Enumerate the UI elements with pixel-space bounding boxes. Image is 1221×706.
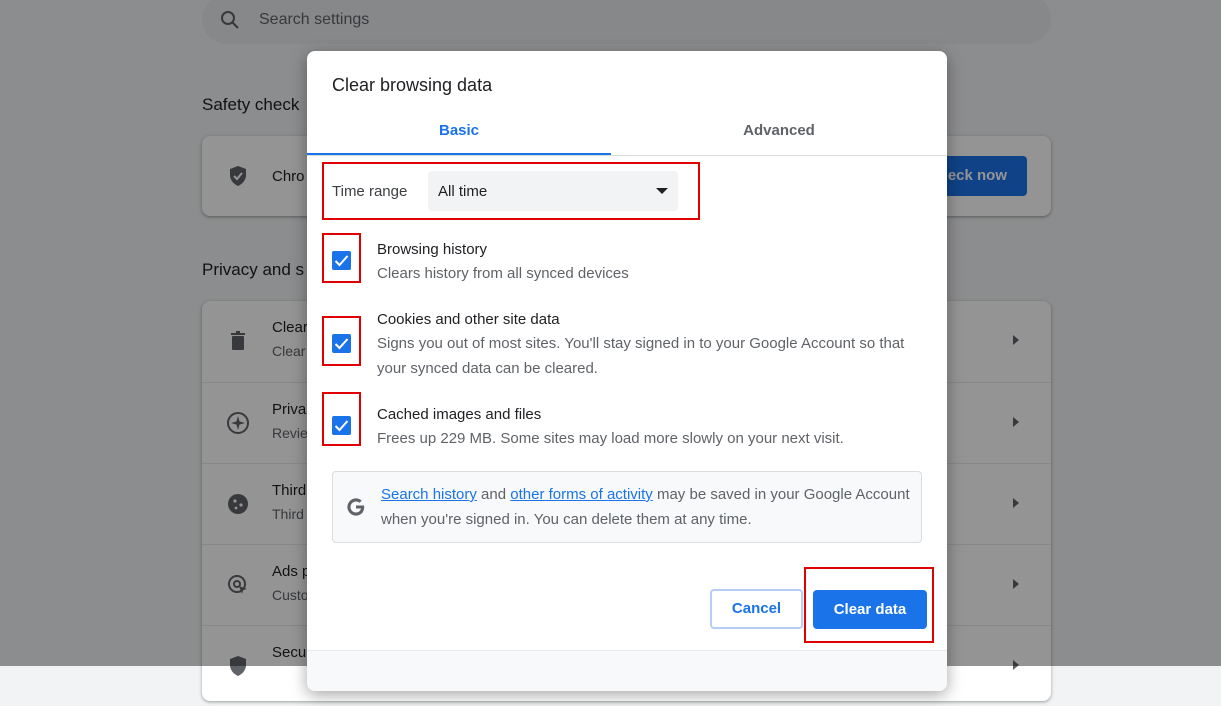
other-activity-link[interactable]: other forms of activity bbox=[510, 486, 653, 503]
browsing-history-title: Browsing history bbox=[377, 241, 488, 258]
search-history-link[interactable]: Search history bbox=[381, 486, 477, 503]
cached-images-description: Frees up 229 MB. Some sites may load mor… bbox=[377, 430, 844, 447]
clear-browsing-data-dialog: Clear browsing data Basic Advanced Time … bbox=[307, 51, 947, 691]
check-icon bbox=[334, 420, 349, 432]
dialog-tabs: Basic Advanced bbox=[307, 113, 947, 156]
cached-images-checkbox[interactable] bbox=[332, 416, 351, 435]
cached-images-title: Cached images and files bbox=[377, 406, 542, 423]
cancel-button[interactable]: Cancel bbox=[710, 589, 803, 629]
google-activity-notice: Search history and other forms of activi… bbox=[332, 471, 922, 543]
time-range-select[interactable]: All time bbox=[428, 171, 678, 211]
browsing-history-checkbox[interactable] bbox=[332, 251, 351, 270]
check-icon bbox=[334, 255, 349, 267]
google-logo-icon bbox=[345, 496, 367, 523]
tab-advanced[interactable]: Advanced bbox=[627, 113, 931, 155]
time-range-label: Time range bbox=[332, 183, 408, 200]
dropdown-arrow-icon bbox=[656, 188, 668, 194]
tab-basic[interactable]: Basic bbox=[307, 113, 611, 155]
browsing-history-description: Clears history from all synced devices bbox=[377, 265, 629, 282]
cookies-checkbox[interactable] bbox=[332, 334, 351, 353]
notice-and: and bbox=[481, 486, 507, 503]
dialog-title: Clear browsing data bbox=[332, 75, 493, 95]
time-range-value: All time bbox=[438, 183, 488, 200]
check-icon bbox=[334, 338, 349, 350]
cookies-description: Signs you out of most sites. You'll stay… bbox=[377, 335, 905, 377]
clear-data-button[interactable]: Clear data bbox=[813, 590, 927, 629]
dialog-footer bbox=[307, 650, 947, 691]
cookies-title: Cookies and other site data bbox=[377, 311, 560, 328]
google-notice-text: Search history and other forms of activi… bbox=[381, 482, 911, 532]
